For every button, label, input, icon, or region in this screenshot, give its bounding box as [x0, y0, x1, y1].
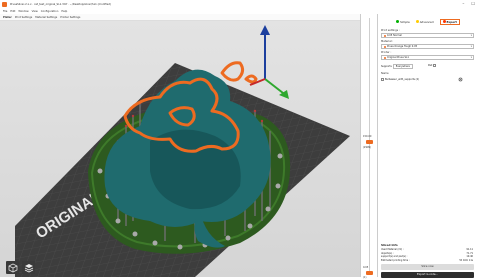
expert-mode-dot-icon [442, 20, 446, 23]
print-settings-combo[interactable]: 0.05 Normal ▾ [381, 33, 474, 38]
sliced-info-title: Sliced Info [381, 243, 398, 247]
object-checkbox[interactable] [381, 78, 384, 81]
tab-print-settings[interactable]: Print Settings [15, 16, 32, 19]
chevron-down-icon: ▾ [470, 45, 472, 48]
printer-combo[interactable]: Original Prusa SL1 ▾ [381, 55, 474, 60]
window-controls: – ☐ [462, 1, 475, 7]
object-list-header: Name [381, 72, 389, 75]
supports-option: Supports Everywhere [381, 64, 413, 69]
3d-viewport[interactable]: ORIGINAL PRUSA SL1 [0, 21, 360, 277]
layer-slider-bottom-handle[interactable] [366, 271, 373, 275]
axis-gizmo [249, 25, 289, 99]
layer-slider[interactable]: 150.00 (2999) 0.05 (1) [360, 14, 377, 279]
object-list-item[interactable]: Bulbasaur_with_supports (2) [381, 78, 419, 81]
material-value: Prusa Orange Tough 0.05 [387, 45, 418, 48]
material-label: Material : [381, 40, 394, 43]
preset-dot-icon [384, 34, 386, 37]
supports-label: Supports [381, 65, 392, 68]
preview-button[interactable] [22, 261, 35, 274]
app-window: PrusaSlicer-2.x.x · cat_test_original_SL… [0, 0, 477, 279]
layer-slider-track [369, 18, 370, 272]
preset-dot-icon [384, 56, 386, 59]
export-gcode-button[interactable]: Export G-code... [381, 272, 474, 278]
tab-bar: Plater Print Settings Material Settings … [0, 14, 360, 21]
right-sidebar: Simple Advanced Expert Print settings : … [377, 14, 477, 278]
simple-mode-dot-icon [396, 20, 400, 23]
menu-file[interactable]: File [3, 10, 7, 13]
chevron-down-icon: ▾ [470, 34, 472, 37]
menu-help[interactable]: Help [61, 10, 67, 13]
menu-configuration[interactable]: Configuration [41, 10, 59, 13]
preset-dot-icon [384, 45, 386, 48]
advanced-mode-dot-icon [415, 20, 419, 23]
print-settings-label: Print settings : [381, 29, 400, 32]
menu-view[interactable]: View [32, 10, 38, 13]
maximize-button[interactable]: ☐ [471, 1, 475, 7]
info-label: Estimated printing time : [381, 258, 410, 262]
mode-expert[interactable]: Expert [439, 18, 460, 25]
window-title: PrusaSlicer-2.x.x · cat_test_original_SL… [10, 2, 112, 6]
info-value: 5h 16m 11s [459, 258, 473, 262]
mode-expert-label: Expert [446, 19, 457, 24]
pad-label: Pad [428, 64, 433, 67]
minimize-button[interactable]: – [462, 1, 464, 7]
material-combo[interactable]: Prusa Orange Tough 0.05 ▾ [381, 44, 474, 49]
pad-checkbox[interactable] [433, 64, 437, 67]
sliced-info-row: Estimated printing time : 5h 16m 11s [381, 259, 473, 262]
mode-selector: Simple Advanced Expert [378, 18, 477, 25]
tab-material-settings[interactable]: Material Settings [35, 16, 57, 19]
mode-simple[interactable]: Simple [396, 20, 410, 24]
layers-icon [24, 263, 33, 273]
pad-option: Pad [428, 64, 437, 67]
printer-label: Printer : [381, 51, 392, 54]
menu-window[interactable]: Window [18, 10, 28, 13]
cube-icon [8, 263, 17, 272]
mode-advanced-label: Advanced [419, 19, 434, 24]
layer-top-index: (2999) [363, 146, 371, 149]
mode-advanced[interactable]: Advanced [415, 19, 434, 24]
object-name: Bulbasaur_with_supports (2) [385, 78, 420, 81]
chevron-down-icon: ▾ [470, 56, 472, 59]
mode-simple-label: Simple [400, 19, 410, 24]
layer-bottom-value: 0.05 [363, 266, 369, 269]
3d-view-button[interactable] [6, 261, 19, 274]
print-settings-value: 0.05 Normal [387, 34, 402, 37]
menu-edit[interactable]: Edit [10, 10, 15, 13]
slice-now-button[interactable]: Slice now [381, 264, 474, 270]
tab-printer-settings[interactable]: Printer Settings [60, 16, 80, 19]
layer-slider-top-handle[interactable] [366, 140, 373, 144]
app-logo-icon [2, 1, 7, 7]
settings-gear-icon[interactable] [458, 77, 463, 82]
title-bar: PrusaSlicer-2.x.x · cat_test_original_SL… [0, 0, 477, 8]
printer-value: Original Prusa SL1 [387, 56, 409, 59]
tab-plater[interactable]: Plater [3, 16, 12, 19]
supports-value[interactable]: Everywhere [392, 64, 413, 69]
layer-top-value: 150.00 [363, 135, 372, 138]
scene-canvas[interactable]: ORIGINAL PRUSA SL1 [0, 21, 360, 277]
